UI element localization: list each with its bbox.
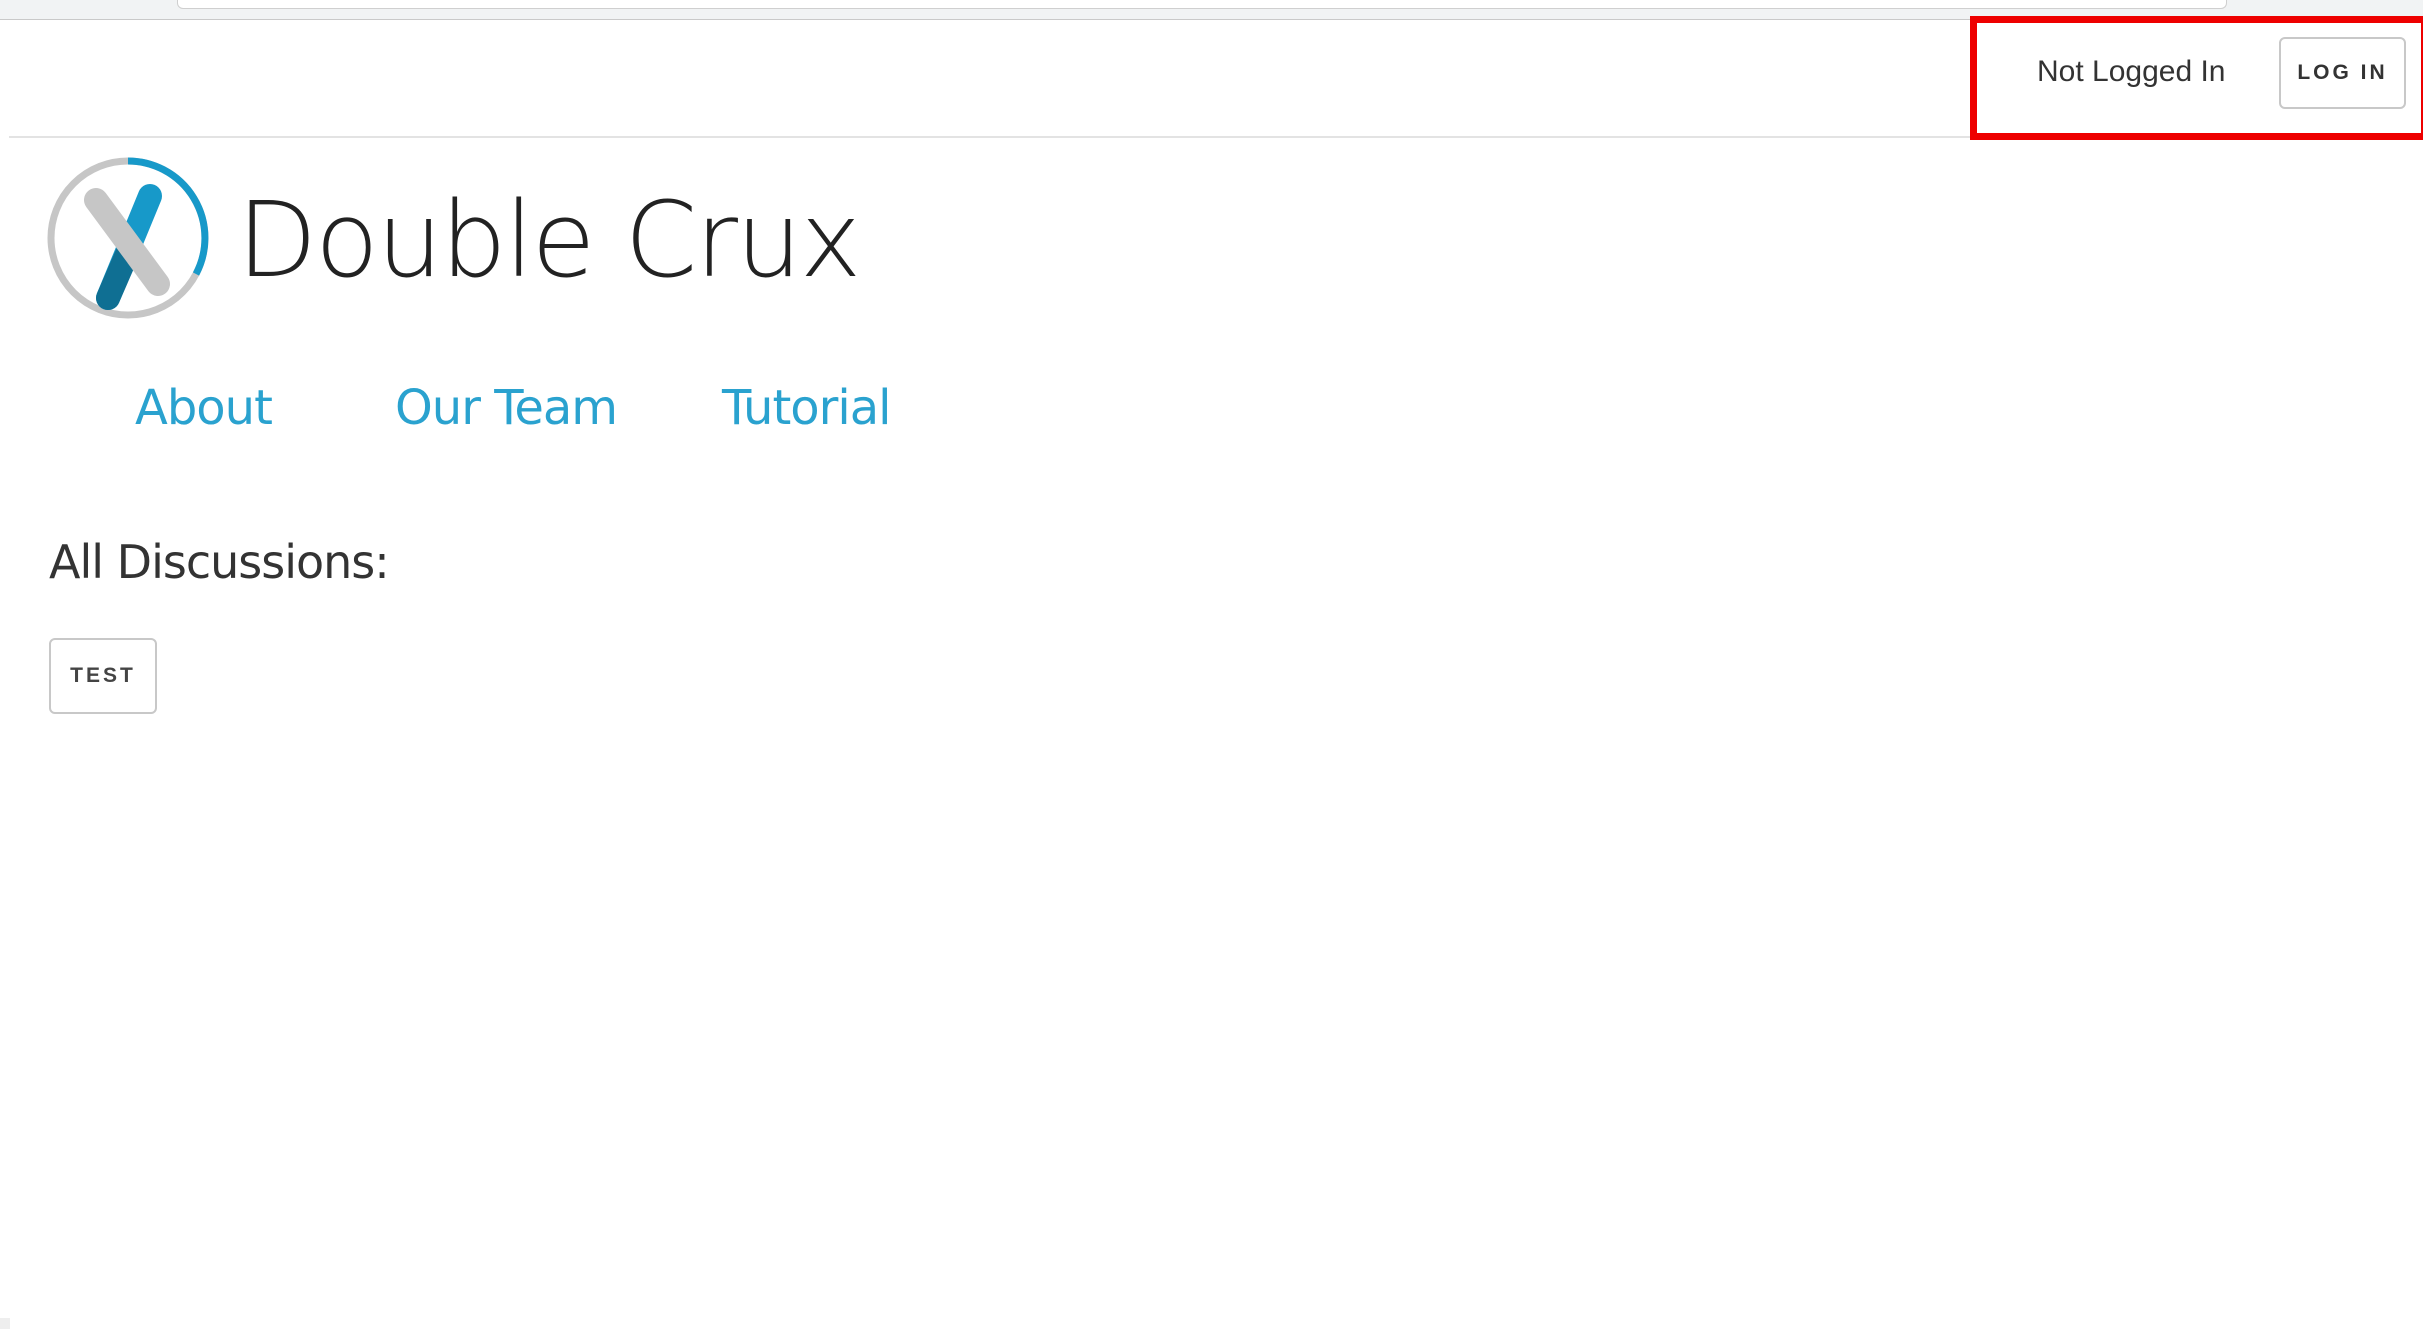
nav-link-about[interactable]: About bbox=[135, 380, 273, 436]
nav-link-our-team[interactable]: Our Team bbox=[395, 380, 618, 436]
site-title[interactable]: Double Crux bbox=[237, 178, 861, 302]
page-corner-artifact bbox=[0, 1318, 10, 1329]
browser-chrome-strip bbox=[0, 0, 2423, 20]
nav-link-tutorial[interactable]: Tutorial bbox=[722, 380, 891, 436]
login-status-text: Not Logged In bbox=[2037, 55, 2226, 88]
all-discussions-heading: All Discussions: bbox=[49, 535, 390, 589]
browser-address-bar[interactable] bbox=[177, 0, 2227, 9]
page: Not Logged In LOG IN Double Crux About O… bbox=[0, 0, 2423, 1329]
double-crux-logo-icon[interactable] bbox=[46, 156, 210, 320]
log-in-button[interactable]: LOG IN bbox=[2279, 37, 2406, 109]
discussion-button-test[interactable]: TEST bbox=[49, 638, 157, 714]
